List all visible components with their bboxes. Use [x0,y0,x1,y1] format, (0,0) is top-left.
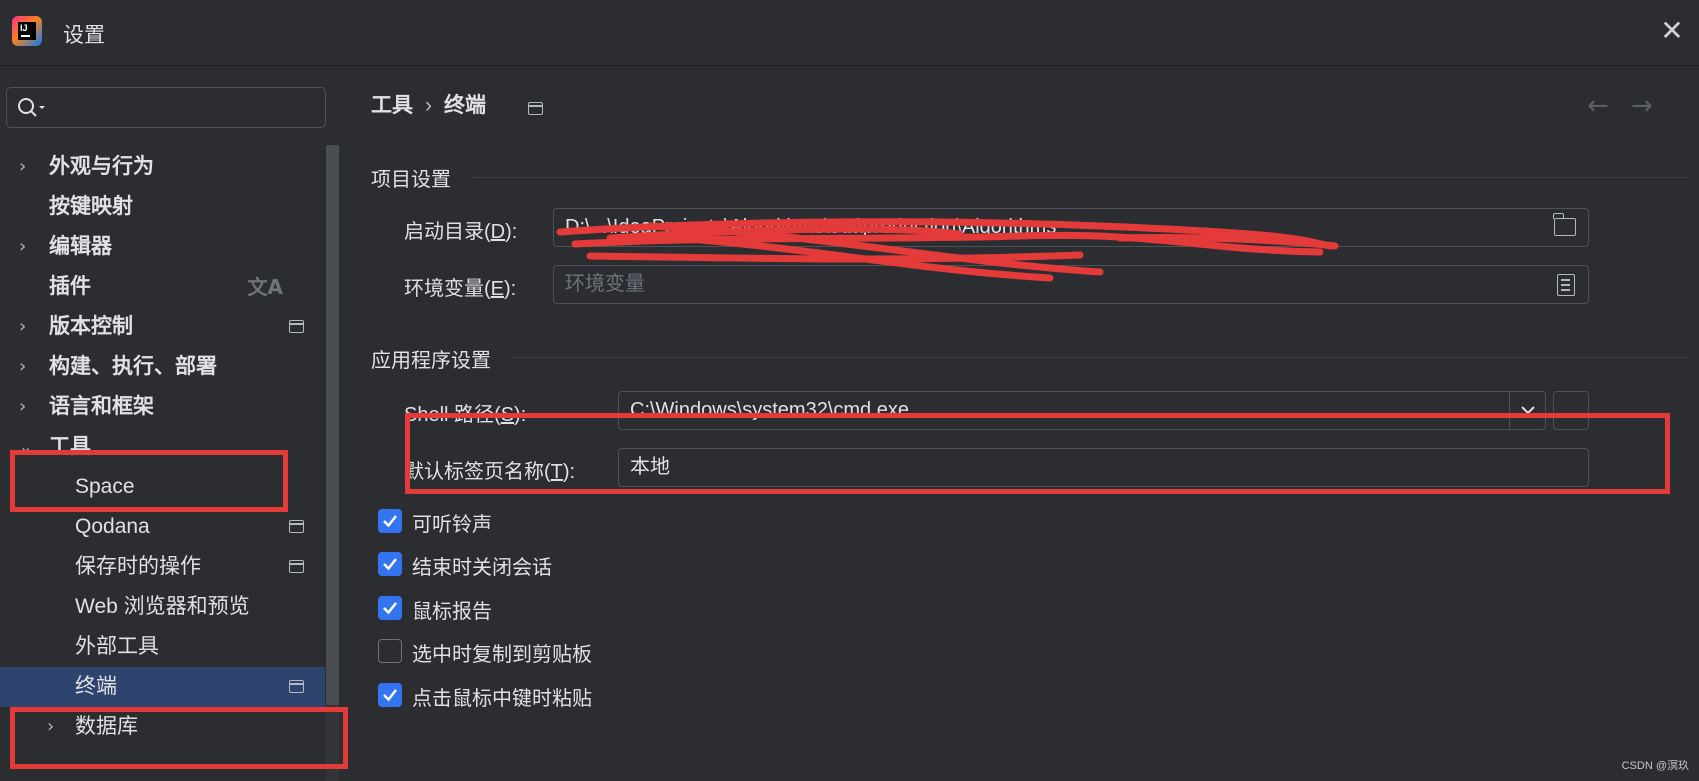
breadcrumb-parent[interactable]: 工具 [371,94,413,117]
forward-arrow-icon[interactable]: → [1631,91,1653,121]
sidebar-item-terminal[interactable]: 终端 [0,667,325,707]
sidebar-item-build[interactable]: › 构建、执行、部署 [0,347,325,387]
env-vars-field[interactable]: 环境变量 [553,265,1589,304]
settings-sidebar: › 外观与行为 按键映射 › 编辑器 插件 文A › 版本控制 › 构建、执行、… [0,67,341,781]
project-level-icon [528,102,543,115]
chevron-right-icon: › [19,156,27,177]
section-divider [511,357,1688,358]
checkbox-unchecked-icon[interactable] [378,639,402,663]
translate-icon: 文A [247,275,283,299]
list-edit-icon[interactable] [1557,274,1575,296]
watermark: CSDN @溟玖 [1621,760,1689,772]
sidebar-item-version-control[interactable]: › 版本控制 [0,307,325,347]
search-input[interactable] [6,87,326,128]
project-settings-title: 项目设置 [371,169,451,191]
annotation-box-terminal [10,707,348,769]
checkbox-checked-icon[interactable] [378,552,402,576]
project-level-icon [289,680,304,693]
checkbox-checked-icon[interactable] [378,509,402,533]
folder-icon[interactable] [1553,213,1576,236]
dialog-title: 设置 [63,24,105,47]
project-level-icon [289,520,304,533]
annotation-box-shell-path [405,413,1670,494]
project-level-icon [289,560,304,573]
title-bar: IJ 设置 ✕ [0,0,1699,66]
back-arrow-icon[interactable]: ← [1587,91,1609,121]
annotation-box-tools [10,450,288,512]
checkbox-checked-icon[interactable] [378,596,402,620]
close-icon[interactable]: ✕ [1657,16,1687,46]
env-vars-label: 环境变量(E): [404,278,517,300]
checkbox-checked-icon[interactable] [378,683,402,707]
sidebar-item-keymap[interactable]: 按键映射 [0,187,325,227]
chevron-right-icon: › [19,236,27,257]
sidebar-item-external-tools[interactable]: 外部工具 [0,627,325,667]
sidebar-item-actions-on-save[interactable]: 保存时的操作 [0,547,325,587]
start-dir-field[interactable]: D:\...\IdeaProjects\Algorithms\out\produ… [553,208,1589,247]
project-level-icon [289,320,304,333]
sidebar-item-languages[interactable]: › 语言和框架 [0,387,325,427]
chevron-right-icon: › [19,356,27,377]
sidebar-item-plugins[interactable]: 插件 文A [0,267,325,307]
sidebar-item-web-browsers[interactable]: Web 浏览器和预览 [0,587,325,627]
chevron-right-icon: › [19,396,27,417]
sidebar-scrollbar-thumb[interactable] [326,145,339,705]
sidebar-item-appearance[interactable]: › 外观与行为 [0,147,325,187]
breadcrumb-separator: › [425,94,432,117]
chevron-right-icon: › [19,316,27,337]
app-settings-title: 应用程序设置 [371,350,491,372]
section-divider [473,177,1688,178]
intellij-logo-icon: IJ [12,16,42,46]
search-icon [18,98,45,117]
sidebar-item-qodana[interactable]: Qodana [0,507,325,547]
start-dir-label: 启动目录(D): [404,221,518,243]
breadcrumb-current: 终端 [444,94,486,117]
sidebar-item-editor[interactable]: › 编辑器 [0,227,325,267]
breadcrumb: 工具 › 终端 [371,89,486,119]
